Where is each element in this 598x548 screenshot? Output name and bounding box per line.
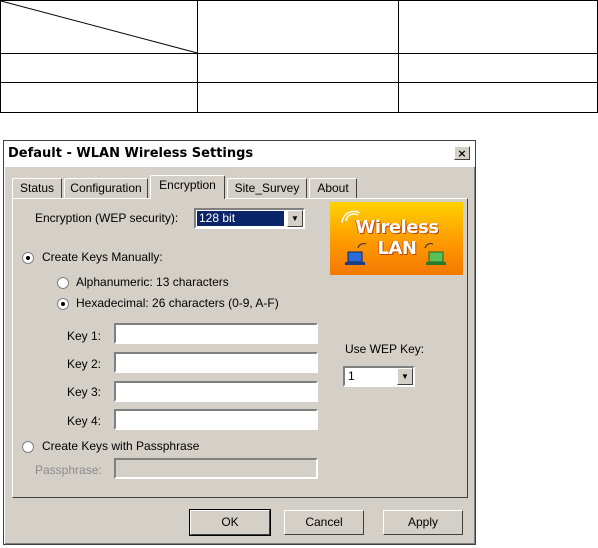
laptop-icon bbox=[345, 242, 446, 265]
encryption-select-value: 128 bit bbox=[197, 211, 284, 226]
key2-input[interactable] bbox=[114, 352, 318, 373]
diagonal-line bbox=[1, 1, 197, 53]
close-button[interactable]: × bbox=[454, 146, 470, 160]
document-table bbox=[0, 0, 598, 113]
wireless-lan-logo: Wireless LAN bbox=[330, 202, 463, 275]
encryption-label: Encryption (WEP security): bbox=[35, 211, 179, 225]
alphanumeric-radio[interactable] bbox=[57, 277, 69, 289]
tab-site-survey[interactable]: Site_Survey bbox=[227, 178, 307, 198]
key4-label: Key 4: bbox=[67, 414, 102, 428]
table-cell bbox=[398, 52, 598, 84]
passphrase-label: Passphrase: bbox=[35, 463, 102, 477]
passphrase-input[interactable] bbox=[114, 458, 318, 479]
tab-status[interactable]: Status bbox=[12, 178, 62, 198]
key1-input[interactable] bbox=[114, 323, 318, 344]
create-manual-label: Create Keys Manually: bbox=[42, 250, 163, 264]
dialog-title: Default - WLAN Wireless Settings bbox=[4, 141, 475, 167]
table-cell bbox=[197, 52, 399, 84]
use-wep-key-label: Use WEP Key: bbox=[345, 342, 425, 356]
key4-input[interactable] bbox=[114, 409, 318, 430]
table-cell bbox=[398, 0, 598, 54]
key3-label: Key 3: bbox=[67, 385, 102, 399]
key1-label: Key 1: bbox=[67, 329, 102, 343]
table-cell bbox=[0, 82, 198, 113]
use-wep-key-value: 1 bbox=[348, 369, 355, 383]
encryption-select[interactable]: 128 bit ▼ bbox=[194, 208, 305, 229]
chevron-down-icon[interactable]: ▼ bbox=[397, 368, 413, 385]
key3-input[interactable] bbox=[114, 381, 318, 402]
passphrase-radio-label: Create Keys with Passphrase bbox=[42, 439, 200, 453]
apply-button[interactable]: Apply bbox=[383, 510, 463, 535]
wlan-settings-dialog: Default - WLAN Wireless Settings × Statu… bbox=[3, 140, 476, 545]
table-cell bbox=[0, 52, 198, 84]
ok-button[interactable]: OK bbox=[189, 509, 271, 536]
table-cell bbox=[197, 82, 399, 113]
create-manual-radio[interactable] bbox=[22, 252, 34, 264]
hexadecimal-radio[interactable] bbox=[57, 298, 69, 310]
tab-configuration[interactable]: Configuration bbox=[64, 178, 148, 198]
chevron-down-icon[interactable]: ▼ bbox=[287, 210, 303, 227]
tab-about[interactable]: About bbox=[309, 178, 357, 198]
key2-label: Key 2: bbox=[67, 357, 102, 371]
alphanumeric-label: Alphanumeric: 13 characters bbox=[76, 275, 229, 289]
table-cell bbox=[197, 0, 399, 54]
tab-encryption[interactable]: Encryption bbox=[150, 175, 225, 199]
use-wep-key-select[interactable]: 1 ▼ bbox=[343, 366, 415, 387]
hexadecimal-label: Hexadecimal: 26 characters (0-9, A-F) bbox=[76, 296, 279, 310]
cancel-button[interactable]: Cancel bbox=[284, 510, 364, 535]
passphrase-radio[interactable] bbox=[22, 441, 34, 453]
diagonal-header-cell bbox=[0, 0, 198, 54]
table-cell bbox=[398, 82, 598, 113]
